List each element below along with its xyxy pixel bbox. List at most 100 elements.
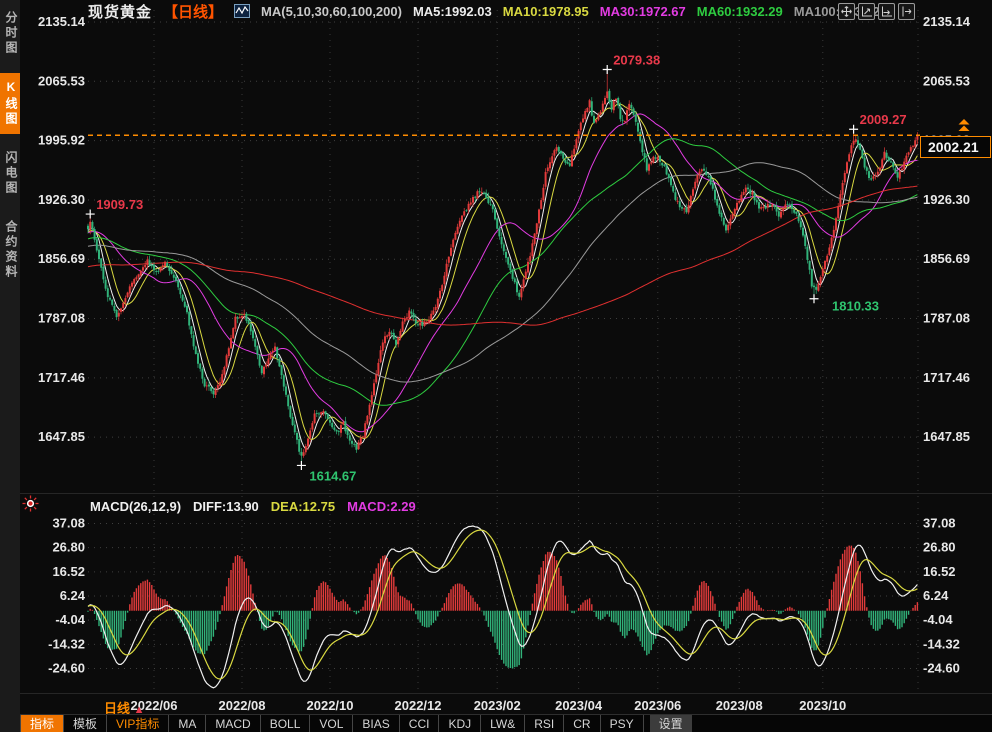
ma-line-60: [88, 139, 917, 406]
chart-toolbar: [838, 3, 915, 20]
date-axis-label-7: 2023/08: [716, 698, 763, 713]
price-axis-left-3: 1926.30: [38, 192, 85, 207]
indicator-tab-13[interactable]: PSY: [601, 715, 644, 732]
price-axis-right-6: 1717.46: [923, 370, 970, 385]
ma-legend-value-2: MA30:1972.67: [600, 4, 686, 19]
indicator-tab-10[interactable]: LW&: [481, 715, 525, 732]
annotation-cross-icon: [297, 461, 306, 470]
macd-axis-right-6: -24.60: [923, 661, 960, 676]
macd-pane-header: MACD(26,12,9) DIFF:13.90 DEA:12.75 MACD:…: [90, 499, 416, 514]
price-axis-left-0: 2135.14: [38, 14, 86, 29]
macd-axis-left-6: -24.60: [48, 661, 85, 676]
scale-axis-up-icon[interactable]: [858, 3, 875, 20]
ma-line-30: [88, 114, 917, 432]
macd-histogram-positive: [90, 546, 917, 611]
macd-axis-right-2: 16.52: [923, 564, 956, 579]
ma-legend-value-3: MA60:1932.29: [697, 4, 783, 19]
ma-legend-value-0: MA5:1992.03: [413, 4, 492, 19]
indicator-tab-0[interactable]: 指标: [20, 715, 64, 732]
left-sidebar: 分时图 K线图闪电图合约资料: [0, 0, 20, 732]
annotation-cross-icon: [86, 210, 95, 219]
date-axis-label-4: 2023/02: [474, 698, 521, 713]
date-axis-label-3: 2022/12: [395, 698, 442, 713]
date-axis-label-6: 2023/06: [634, 698, 681, 713]
trading-app-window: 1909.731614.672079.381810.332009.272135.…: [0, 0, 992, 732]
macd-axis-left-1: 26.80: [52, 540, 85, 555]
macd-axis-right-4: -4.04: [923, 612, 953, 627]
period-tag: 【日线】: [163, 1, 223, 22]
price-axis-right-3: 1926.30: [923, 192, 970, 207]
indicator-tab-6[interactable]: VOL: [310, 715, 353, 732]
price-axis-left-7: 1647.85: [38, 429, 85, 444]
indicator-tabs: 指标模板VIP指标MAMACDBOLLVOLBIASCCIKDJLW&RSICR…: [20, 714, 992, 732]
sidebar-tab-0[interactable]: 分时图: [0, 4, 20, 63]
macd-axis-right-0: 37.08: [923, 516, 956, 531]
price-axis-right-1: 2065.53: [923, 73, 970, 88]
annotation-cross-icon: [810, 294, 819, 303]
macd-axis-left-0: 37.08: [52, 516, 85, 531]
sidebar-tab-1[interactable]: K线图: [0, 73, 20, 134]
macd-diff-line: [88, 526, 917, 688]
annotation-cross-icon: [603, 65, 612, 74]
macd-dea-value: DEA:12.75: [271, 499, 335, 514]
scale-axis-right-icon[interactable]: [878, 3, 895, 20]
chart-header: 现货黄金 【日线】 MA(5,10,30,60,100,200) MA5:199…: [88, 2, 880, 20]
current-price-box: 2002.21: [920, 136, 991, 158]
ma-legend: MA5:1992.03 MA10:1978.95 MA30:1972.67 MA60:…: [413, 4, 880, 19]
indicator-tab-11[interactable]: RSI: [525, 715, 564, 732]
ma-line-10: [88, 104, 917, 440]
indicator-tab-3[interactable]: MA: [169, 715, 206, 732]
macd-axis-left-3: 6.24: [60, 588, 86, 603]
ma-legend-value-1: MA10:1978.95: [503, 4, 589, 19]
price-axis-left-2: 1995.92: [38, 133, 85, 148]
price-axis-right-0: 2135.14: [923, 14, 971, 29]
indicator-tab-8[interactable]: CCI: [400, 715, 440, 732]
date-axis-label-1: 2022/08: [219, 698, 266, 713]
date-axis-label-2: 2022/10: [307, 698, 354, 713]
price-axis-left-6: 1717.46: [38, 370, 85, 385]
grid-lines: [20, 10, 992, 694]
macd-params-label: MACD(26,12,9): [90, 499, 181, 514]
ma-line-5: [88, 100, 917, 449]
axis-labels: 2135.142135.142065.532065.531995.921995.…: [38, 14, 971, 713]
macd-axis-left-4: -4.04: [55, 612, 85, 627]
macd-axis-right-3: 6.24: [923, 588, 949, 603]
indicator-tab-7[interactable]: BIAS: [353, 715, 399, 732]
macd-axis-left-2: 16.52: [52, 564, 85, 579]
date-axis-label-8: 2023/10: [799, 698, 846, 713]
crosshair-move-icon[interactable]: [838, 3, 855, 20]
indicator-tab-2[interactable]: VIP指标: [107, 715, 169, 732]
sidebar-tab-3[interactable]: 合约资料: [0, 213, 20, 287]
annotation-label-4: 2009.27: [860, 112, 907, 127]
chart-canvas[interactable]: 1909.731614.672079.381810.332009.272135.…: [0, 0, 992, 732]
ma-params-label: MA(5,10,30,60,100,200): [261, 4, 402, 19]
annotation-label-0: 1909.73: [96, 197, 143, 212]
indicator-tab-9[interactable]: KDJ: [439, 715, 481, 732]
price-axis-right-5: 1787.08: [923, 311, 970, 326]
annotation-label-1: 1614.67: [309, 468, 356, 483]
indicator-tab-1[interactable]: 模板: [64, 715, 107, 732]
indicator-tab-5[interactable]: BOLL: [261, 715, 311, 732]
price-axis-right-4: 1856.69: [923, 251, 970, 266]
price-axis-left-5: 1787.08: [38, 311, 85, 326]
pan-right-icon[interactable]: [898, 3, 915, 20]
mini-chart-icon[interactable]: [234, 4, 250, 18]
indicator-tab-14[interactable]: 设置: [650, 715, 692, 732]
ma-line-100: [88, 163, 917, 382]
price-axis-left-1: 2065.53: [38, 73, 85, 88]
indicator-tab-12[interactable]: CR: [564, 715, 600, 732]
annotation-label-3: 1810.33: [832, 299, 879, 314]
macd-pane: [88, 526, 917, 688]
macd-macd-value: MACD:2.29: [347, 499, 416, 514]
date-axis-label-5: 2023/04: [555, 698, 603, 713]
indicator-tab-4[interactable]: MACD: [206, 715, 260, 732]
macd-axis-right-5: -14.32: [923, 636, 960, 651]
live-indicator-icon: [22, 495, 39, 517]
symbol-name: 现货黄金: [88, 1, 152, 22]
sidebar-tab-2[interactable]: 闪电图: [0, 144, 20, 203]
macd-axis-left-5: -14.32: [48, 636, 85, 651]
macd-dea-line: [88, 530, 917, 679]
annotation-cross-icon: [849, 125, 858, 134]
price-axis-right-7: 1647.85: [923, 429, 970, 444]
ma-lines: [88, 100, 917, 449]
